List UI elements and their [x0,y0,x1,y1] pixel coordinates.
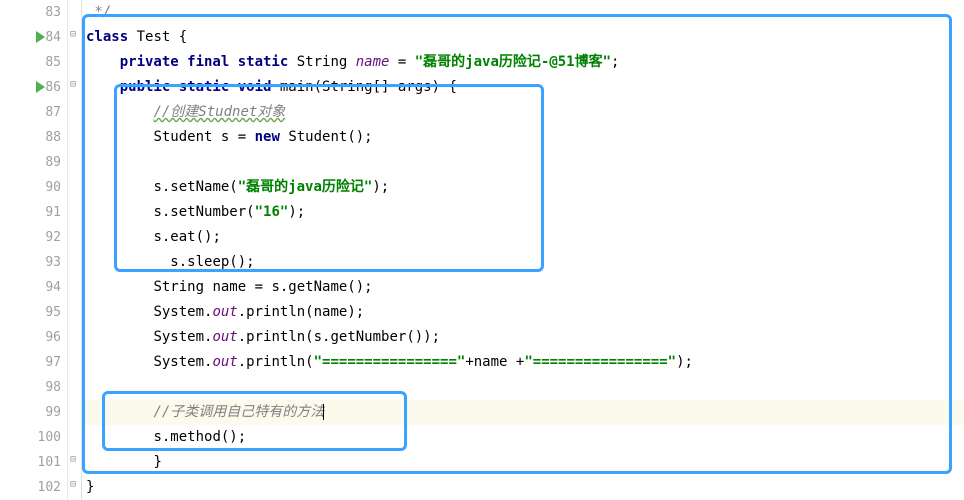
line-number: 89 [0,150,67,175]
code-line[interactable] [82,150,964,175]
code-line[interactable]: System.out.println("================"+na… [82,350,964,375]
code-line[interactable]: System.out.println(s.getNumber()); [82,325,964,350]
code-line[interactable]: s.setNumber("16"); [82,200,964,225]
code-area[interactable]: */ class Test { private final static Str… [82,0,964,500]
line-number: 99 [0,400,67,425]
code-line[interactable]: //子类调用自己特有的方法 [82,400,964,425]
run-gutter-icon[interactable] [36,31,45,43]
code-line[interactable] [82,375,964,400]
line-number: 88 [0,125,67,150]
fold-end-icon[interactable]: ⊟ [70,455,79,464]
line-number: 94 [0,275,67,300]
line-number: 93 [0,250,67,275]
code-line[interactable]: s.setName("磊哥的java历险记"); [82,175,964,200]
line-number: 98 [0,375,67,400]
fold-toggle-icon[interactable]: ⊟ [70,30,79,39]
line-number: 96 [0,325,67,350]
code-line[interactable]: String name = s.getName(); [82,275,964,300]
line-number: 97 [0,350,67,375]
code-line[interactable]: s.method(); [82,425,964,450]
line-number: 101 [0,450,67,475]
code-line[interactable]: */ [82,0,964,25]
code-line[interactable]: } [82,450,964,475]
code-line[interactable]: } [82,475,964,500]
code-line[interactable]: s.eat(); [82,225,964,250]
code-line[interactable]: System.out.println(name); [82,300,964,325]
code-line[interactable]: class Test { [82,25,964,50]
run-gutter-icon[interactable] [36,81,45,93]
line-number: 92 [0,225,67,250]
fold-end-icon[interactable]: ⊟ [70,480,79,489]
fold-toggle-icon[interactable]: ⊟ [70,80,79,89]
code-line[interactable]: Student s = new Student(); [82,125,964,150]
line-number: 102 [0,475,67,500]
line-number: 86 [0,75,67,100]
line-number: 95 [0,300,67,325]
line-number: 91 [0,200,67,225]
code-line[interactable]: //创建Studnet对象 [82,100,964,125]
line-number-gutter: 83 84 85 86 87 88 89 90 91 92 93 94 95 9… [0,0,68,500]
code-line[interactable]: private final static String name = "磊哥的j… [82,50,964,75]
code-line[interactable]: public static void main(String[] args) { [82,75,964,100]
line-number: 100 [0,425,67,450]
line-number: 90 [0,175,67,200]
fold-stripe: ⊟ ⊟ ⊟ ⊟ [68,0,82,500]
line-number: 84 [0,25,67,50]
code-line[interactable]: s.sleep(); [82,250,964,275]
code-editor[interactable]: 83 84 85 86 87 88 89 90 91 92 93 94 95 9… [0,0,964,500]
text-caret [323,404,324,420]
line-number: 85 [0,50,67,75]
line-number: 83 [0,0,67,25]
line-number: 87 [0,100,67,125]
